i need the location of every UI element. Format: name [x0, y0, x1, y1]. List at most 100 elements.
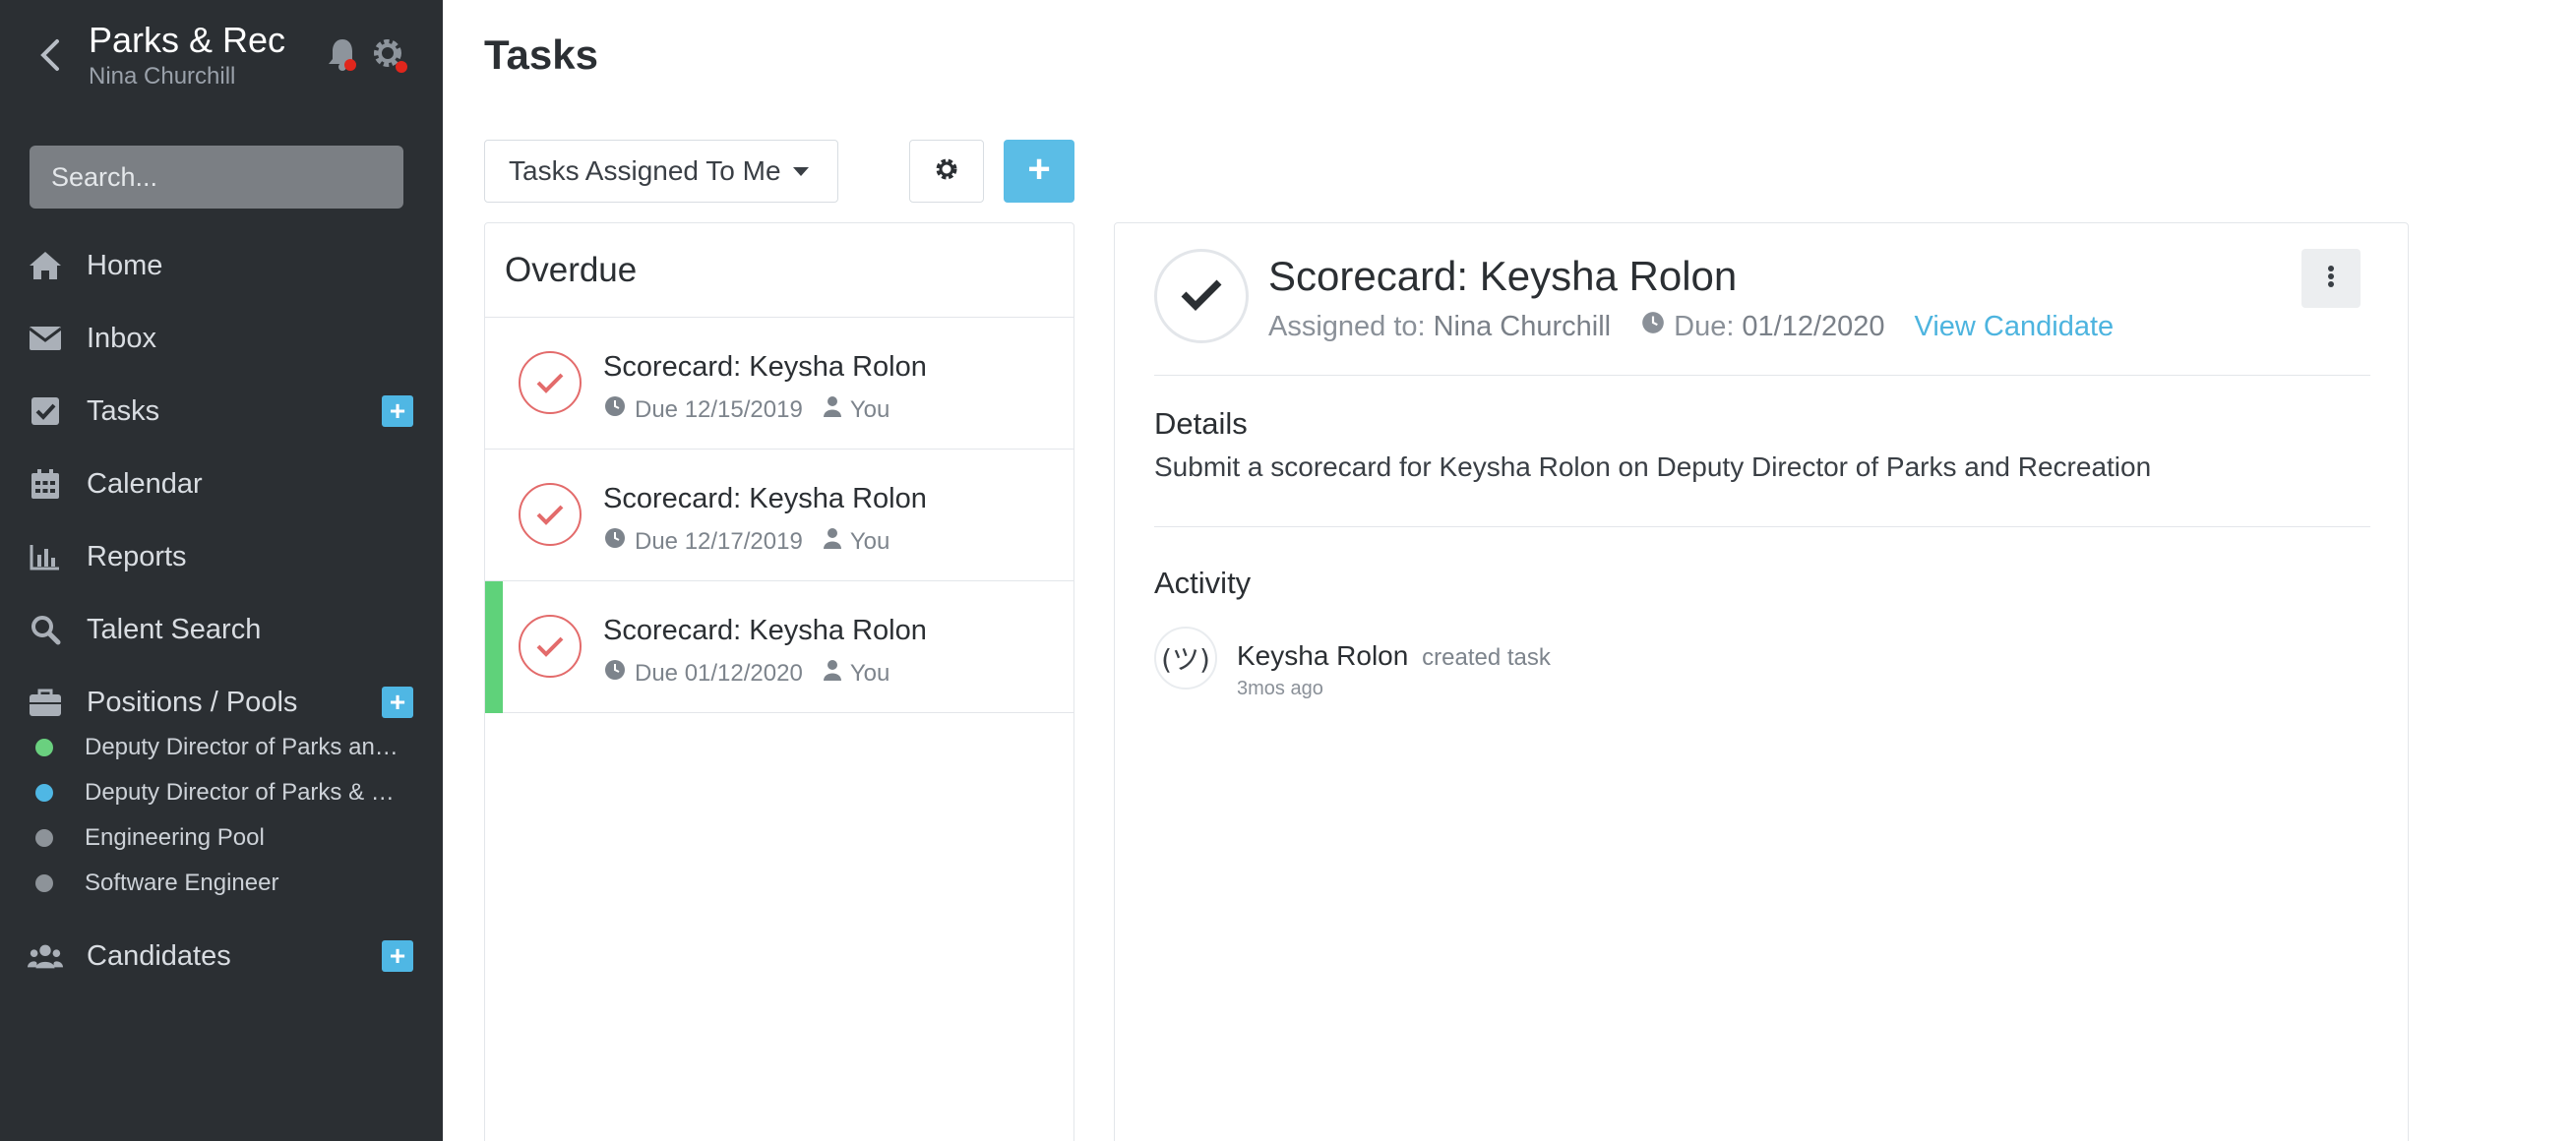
clock-icon	[603, 658, 627, 689]
task-title: Scorecard: Keysha Rolon	[603, 351, 927, 383]
sidebar-item-label: Home	[87, 249, 163, 281]
list-item-selected[interactable]: Scorecard: Keysha Rolon Due 01/12/2020 Y…	[485, 581, 1073, 713]
page-title: Tasks	[484, 31, 598, 78]
gear-icon	[934, 156, 959, 187]
add-candidate-button[interactable]: +	[382, 940, 413, 972]
bell-icon[interactable]	[325, 35, 360, 75]
briefcase-icon	[28, 685, 63, 720]
check-icon[interactable]	[519, 615, 582, 678]
clock-icon	[603, 394, 627, 425]
task-assignee: You	[849, 395, 890, 423]
sidebar-item-label: Talent Search	[87, 613, 262, 645]
sidebar-item-calendar[interactable]: Calendar	[28, 456, 413, 511]
caret-down-icon	[792, 166, 809, 176]
sidebar: Parks & Rec Nina Churchill Home Inbox	[0, 0, 443, 1141]
main-content: Tasks Tasks Assigned To Me + Overdue Sco…	[443, 0, 2576, 1141]
due-label: Due:	[1674, 310, 1735, 342]
check-icon[interactable]	[519, 351, 582, 414]
task-filter-dropdown[interactable]: Tasks Assigned To Me	[484, 140, 838, 203]
status-dot	[35, 874, 53, 892]
sidebar-item-tasks[interactable]: Tasks +	[28, 384, 413, 439]
bar-chart-icon	[28, 539, 63, 574]
task-detail-panel: Scorecard: Keysha Rolon Assigned to: Nin…	[1114, 222, 2409, 1141]
position-label: Deputy Director of Parks and Recreation	[85, 734, 399, 760]
assigned-value: Nina Churchill	[1433, 310, 1612, 342]
sidebar-item-talent-search[interactable]: Talent Search	[28, 602, 413, 657]
chevron-left-icon[interactable]	[35, 35, 65, 75]
search-input[interactable]	[30, 146, 403, 209]
more-options-button[interactable]	[2301, 249, 2361, 308]
position-label: Engineering Pool	[85, 824, 265, 851]
add-task-button[interactable]: +	[382, 395, 413, 427]
activity-entry: Keysha Rolon created task	[1237, 640, 1551, 672]
clock-icon	[603, 526, 627, 557]
kebab-icon	[2327, 265, 2335, 293]
task-list-panel: Overdue Scorecard: Keysha Rolon Due 12/1…	[484, 222, 1074, 1141]
activity-action: created task	[1422, 644, 1551, 671]
task-assignee: You	[849, 659, 890, 687]
sidebar-item-label: Candidates	[87, 939, 231, 972]
task-title: Scorecard: Keysha Rolon	[603, 483, 927, 514]
activity-heading: Activity	[1154, 566, 1252, 600]
check-icon	[1180, 277, 1223, 316]
details-text: Submit a scorecard for Keysha Rolon on D…	[1154, 451, 2152, 482]
calendar-icon	[28, 466, 63, 502]
user-icon	[823, 659, 842, 688]
status-dot	[35, 784, 53, 802]
divider	[1154, 526, 2370, 527]
task-due: Due 01/12/2020	[635, 659, 803, 687]
users-icon	[28, 938, 63, 974]
details-heading: Details	[1154, 406, 1248, 441]
task-meta: Due 12/15/2019 You	[603, 394, 889, 425]
sidebar-item-reports[interactable]: Reports	[28, 529, 413, 584]
status-dot	[35, 739, 53, 756]
task-due: Due 12/15/2019	[635, 395, 803, 423]
position-item[interactable]: Engineering Pool	[35, 818, 409, 858]
view-candidate-link[interactable]: View Candidate	[1915, 311, 2115, 343]
sidebar-item-label: Calendar	[87, 467, 203, 500]
check-icon[interactable]	[519, 483, 582, 546]
app-root: Parks & Rec Nina Churchill Home Inbox	[0, 0, 2576, 1141]
envelope-icon	[28, 321, 63, 356]
sidebar-item-label: Reports	[87, 540, 187, 572]
user-name: Nina Churchill	[89, 63, 236, 90]
position-label: Software Engineer	[85, 870, 279, 896]
sidebar-item-label: Positions / Pools	[87, 686, 298, 718]
list-heading: Overdue	[485, 223, 1073, 318]
detail-meta: Assigned to: Nina Churchill Due: 01/12/2…	[1268, 310, 2114, 343]
user-icon	[823, 395, 842, 424]
sidebar-item-label: Tasks	[87, 394, 160, 427]
activity-time: 3mos ago	[1237, 678, 1323, 699]
sidebar-item-label: Inbox	[87, 322, 156, 354]
gear-icon[interactable]	[370, 35, 409, 75]
task-settings-button[interactable]	[909, 140, 984, 203]
add-task-button[interactable]: +	[1004, 140, 1074, 203]
task-filter-label: Tasks Assigned To Me	[509, 155, 781, 186]
position-item[interactable]: Software Engineer	[35, 864, 409, 903]
avatar: (ツ)	[1154, 627, 1217, 690]
home-icon	[28, 248, 63, 283]
task-assignee: You	[849, 527, 890, 555]
list-item[interactable]: Scorecard: Keysha Rolon Due 12/15/2019 Y…	[485, 318, 1073, 450]
app-title: Parks & Rec	[89, 20, 286, 60]
sidebar-item-candidates[interactable]: Candidates +	[28, 929, 413, 984]
clock-icon	[1640, 310, 1666, 343]
sidebar-item-inbox[interactable]: Inbox	[28, 311, 413, 366]
complete-task-button[interactable]	[1154, 249, 1249, 343]
position-item[interactable]: Deputy Director of Parks and Recreation	[35, 728, 409, 767]
notification-dot	[344, 59, 356, 71]
task-title: Scorecard: Keysha Rolon	[603, 615, 927, 646]
sidebar-item-home[interactable]: Home	[28, 238, 413, 293]
brand-header: Parks & Rec Nina Churchill	[30, 16, 413, 94]
add-position-button[interactable]: +	[382, 687, 413, 718]
status-dot	[35, 829, 53, 847]
task-due: Due 12/17/2019	[635, 527, 803, 555]
activity-actor: Keysha Rolon	[1237, 640, 1409, 671]
divider	[1154, 375, 2370, 376]
user-icon	[823, 527, 842, 556]
list-item[interactable]: Scorecard: Keysha Rolon Due 12/17/2019 Y…	[485, 450, 1073, 581]
position-item[interactable]: Deputy Director of Parks & Recreation	[35, 773, 409, 812]
sidebar-item-positions[interactable]: Positions / Pools +	[28, 675, 413, 730]
task-meta: Due 12/17/2019 You	[603, 526, 889, 557]
task-meta: Due 01/12/2020 You	[603, 658, 889, 689]
